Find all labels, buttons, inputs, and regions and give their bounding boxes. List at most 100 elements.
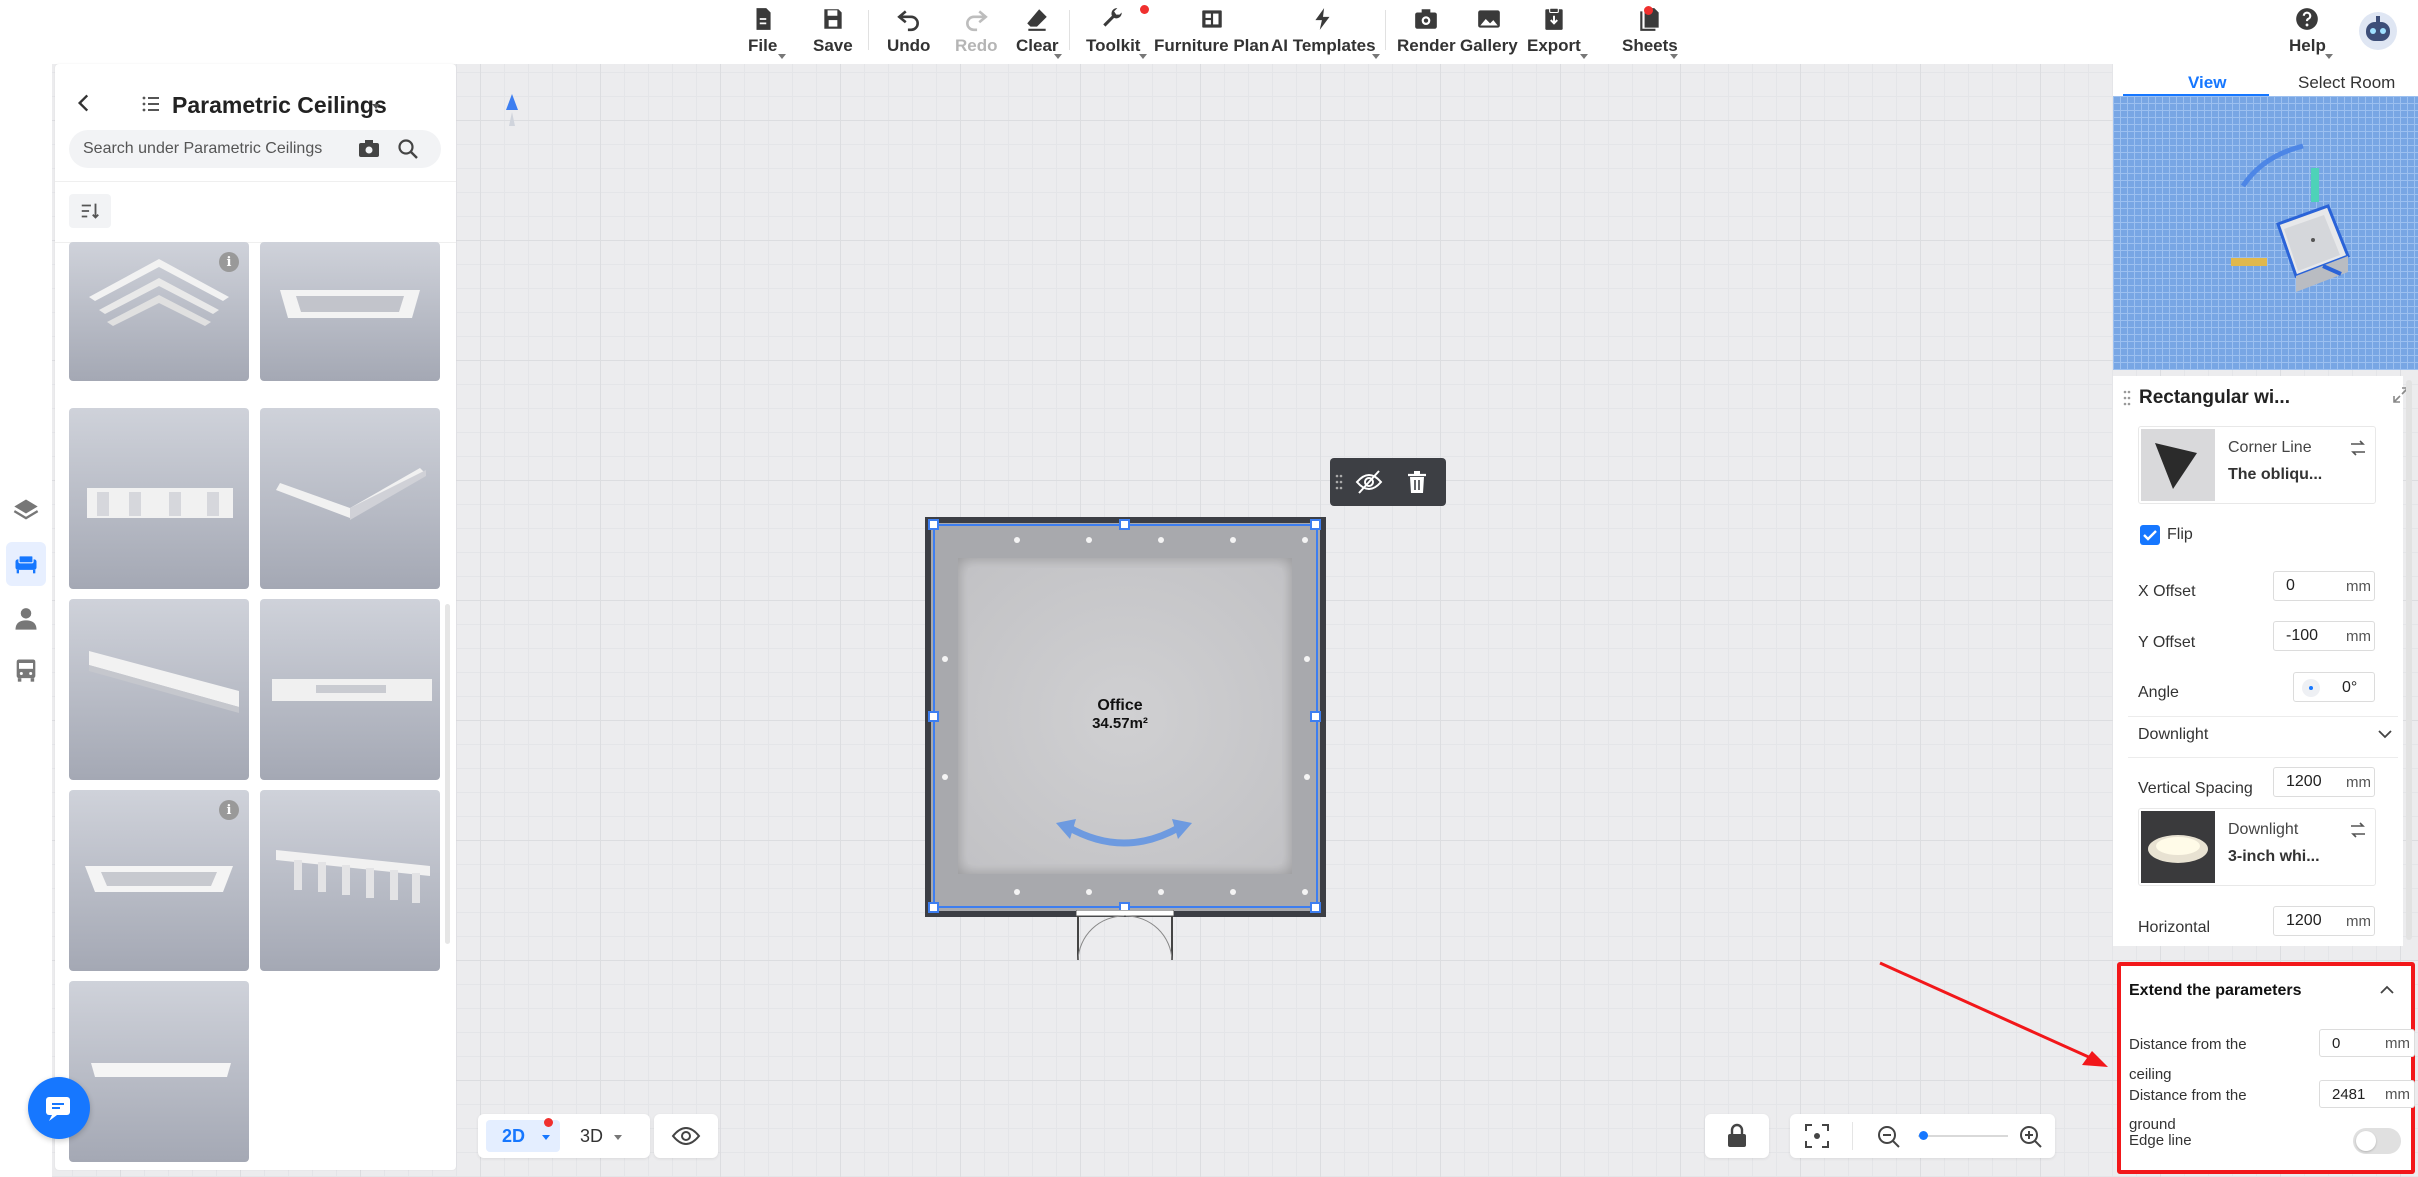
redo-label: Redo <box>955 36 998 55</box>
catalog-item[interactable] <box>69 599 249 780</box>
resize-handle[interactable] <box>1310 711 1321 722</box>
view-2d-notification-dot <box>544 1118 553 1127</box>
catalog-item[interactable] <box>69 981 249 1162</box>
y-offset-label: Y Offset <box>2138 634 2196 651</box>
clear-button[interactable]: Clear <box>1016 6 1059 62</box>
checkmark-icon <box>2143 530 2157 541</box>
zoom-out-button[interactable] <box>1876 1124 1902 1150</box>
downlight-card[interactable]: Downlight 3-inch whi... <box>2138 808 2376 886</box>
view-3d-button[interactable]: 3D <box>572 1120 642 1152</box>
replace-downlight-button[interactable] <box>2349 821 2367 839</box>
info-icon[interactable]: i <box>219 252 239 272</box>
export-button[interactable]: Export <box>1527 6 1581 62</box>
catalog-item[interactable] <box>69 408 249 589</box>
replace-corner-line-button[interactable] <box>2349 439 2367 457</box>
hide-button[interactable] <box>1354 468 1384 496</box>
wrench-icon <box>1103 8 1122 27</box>
gallery-button[interactable]: Gallery <box>1460 6 1518 62</box>
ai-templates-button[interactable]: AI Templates <box>1271 6 1376 62</box>
resize-handle[interactable] <box>1119 519 1130 530</box>
resize-handle[interactable] <box>1310 902 1321 913</box>
fit-view-button[interactable] <box>1804 1123 1830 1149</box>
delete-button[interactable] <box>1404 468 1430 496</box>
catalog-item[interactable] <box>260 242 440 381</box>
file-button[interactable]: File <box>748 6 777 62</box>
redo-button[interactable]: Redo <box>955 6 998 62</box>
edge-line-toggle[interactable] <box>2353 1128 2401 1154</box>
downlight-section-label[interactable]: Downlight <box>2138 726 2208 744</box>
help-button[interactable]: Help <box>2289 6 2326 62</box>
sort-icon <box>81 203 99 219</box>
properties-panel: Rectangular wi... Corner Line The obliqu… <box>2113 376 2409 946</box>
downlight-collapse-button[interactable] <box>2377 726 2393 742</box>
chevron-left-icon <box>77 94 89 112</box>
eye-icon <box>671 1127 701 1145</box>
catalog-search-input[interactable] <box>69 130 441 168</box>
catalog-item[interactable] <box>260 408 440 589</box>
flip-checkbox[interactable] <box>2140 525 2160 545</box>
catalog-title-caret-icon[interactable] <box>372 104 380 109</box>
export-icon <box>1545 7 1563 30</box>
vertical-spacing-unit: mm <box>2346 774 2371 791</box>
properties-scrollbar[interactable] <box>2406 380 2412 940</box>
resize-handle[interactable] <box>928 519 939 530</box>
resize-handle[interactable] <box>1310 519 1321 530</box>
person-icon <box>15 608 37 630</box>
zoom-slider-track[interactable] <box>1918 1135 2008 1137</box>
rail-furniture[interactable] <box>6 542 46 586</box>
sheets-caret-icon <box>1670 54 1678 59</box>
angle-input[interactable]: 0° <box>2293 672 2375 702</box>
sort-button[interactable] <box>69 194 111 228</box>
render-button[interactable]: Render <box>1397 6 1456 62</box>
catalog-item[interactable]: i <box>69 790 249 971</box>
lock-button[interactable] <box>1705 1114 1769 1158</box>
extend-collapse-button[interactable] <box>2379 982 2395 998</box>
zoom-divider <box>1852 1122 1853 1150</box>
resize-handle[interactable] <box>928 711 939 722</box>
sheets-notification-dot <box>1644 6 1653 15</box>
info-icon[interactable]: i <box>219 800 239 820</box>
toolkit-button[interactable]: Toolkit <box>1086 6 1140 62</box>
save-button[interactable]: Save <box>813 6 853 62</box>
camera-search-icon <box>359 140 379 157</box>
bus-icon <box>16 659 36 682</box>
left-rail <box>0 64 52 1177</box>
export-caret-icon <box>1580 54 1588 59</box>
drag-handle-icon[interactable] <box>1335 472 1343 492</box>
rotate-handle[interactable] <box>1052 813 1196 853</box>
zoom-in-button[interactable] <box>2018 1124 2044 1150</box>
save-icon <box>824 9 842 29</box>
catalog-item[interactable] <box>260 790 440 971</box>
ceiling-distance-label: Distance from the <box>2129 1036 2247 1053</box>
resize-handle[interactable] <box>928 902 939 913</box>
catalog-scrollbar[interactable] <box>445 604 450 944</box>
door[interactable] <box>1075 909 1175 962</box>
catalog-title[interactable]: Parametric Ceilings <box>172 92 387 119</box>
zoom-in-icon <box>2020 1126 2042 1148</box>
toolkit-label: Toolkit <box>1086 36 1141 55</box>
avatar[interactable] <box>2359 12 2397 50</box>
annotation-arrow-icon <box>1879 961 2108 1067</box>
catalog-item[interactable] <box>260 599 440 780</box>
rail-hard-decor[interactable] <box>6 488 46 532</box>
search-button[interactable] <box>396 137 420 161</box>
rail-people[interactable] <box>6 596 46 640</box>
rail-vehicle[interactable] <box>6 648 46 692</box>
drag-handle-icon[interactable] <box>2123 388 2131 408</box>
undo-button[interactable]: Undo <box>887 6 930 62</box>
minimap-3d[interactable] <box>2113 96 2418 370</box>
chat-button[interactable] <box>28 1077 90 1139</box>
y-offset-unit: mm <box>2346 628 2371 645</box>
zoom-slider-thumb[interactable] <box>1919 1131 1928 1140</box>
back-button[interactable] <box>71 90 97 116</box>
angle-dial-icon[interactable] <box>2302 679 2320 697</box>
tab-select-room[interactable]: Select Room <box>2298 73 2395 93</box>
swap-icon <box>2351 440 2365 456</box>
corner-line-card[interactable]: Corner Line The obliqu... <box>2138 426 2376 504</box>
furniture-plan-button[interactable]: Furniture Plan <box>1154 6 1269 62</box>
visibility-button[interactable] <box>654 1114 718 1158</box>
tab-view[interactable]: View <box>2188 73 2226 93</box>
image-search-button[interactable] <box>357 137 381 161</box>
catalog-item[interactable]: i <box>69 242 249 381</box>
extend-title[interactable]: Extend the parameters <box>2129 982 2302 1000</box>
